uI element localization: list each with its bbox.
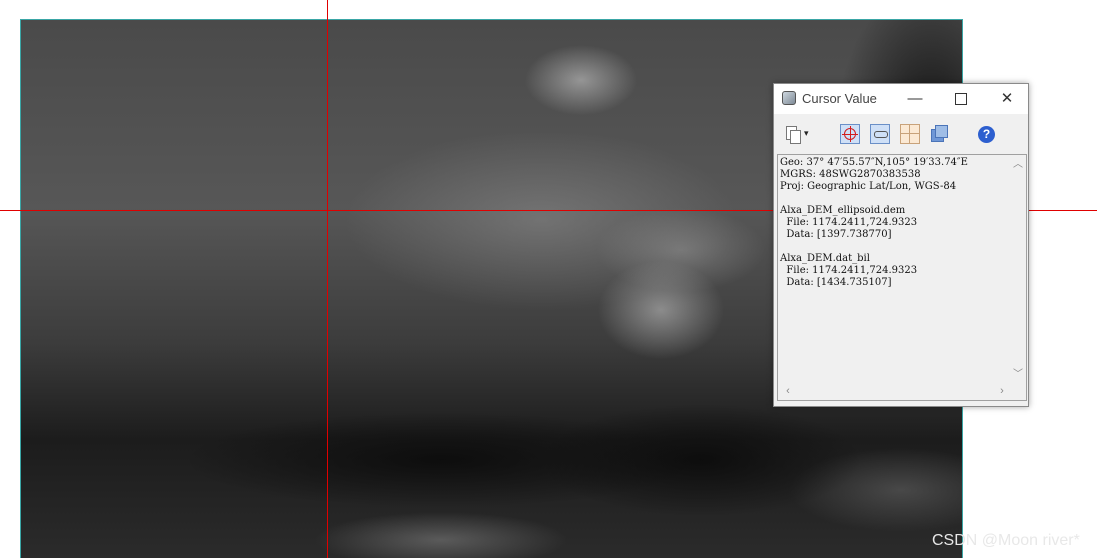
scroll-right-icon[interactable]: ›	[994, 383, 1010, 400]
help-icon[interactable]: ?	[978, 126, 995, 143]
app-icon	[782, 91, 796, 105]
cursor-info-line: Data: [1397.738770]	[780, 229, 892, 240]
cursor-value-text: Geo: 37° 47′55.57″N,105° 19′33.74″E MGRS:…	[780, 157, 1006, 289]
window-title: Cursor Value	[802, 91, 877, 106]
scroll-down-icon[interactable]: ﹀	[1010, 367, 1026, 383]
cursor-info-line: MGRS: 48SWG2870383538	[780, 169, 921, 180]
maximize-button[interactable]	[940, 84, 982, 114]
cursor-info-line: Alxa_DEM_ellipsoid.dem	[780, 205, 906, 216]
link-icon[interactable]	[870, 124, 890, 144]
watermark: CSDN @Moon river*	[932, 532, 1080, 549]
cursor-info-line	[780, 241, 1006, 253]
window-titlebar[interactable]: Cursor Value — ✕	[774, 84, 1028, 114]
cursor-info-line: Alxa_DEM.dat_bil	[780, 253, 870, 264]
vertical-scrollbar[interactable]: ︿ ﹀	[1010, 155, 1026, 383]
maximize-icon	[955, 93, 967, 106]
cursor-info-line: File: 1174.2411,724.9323	[780, 265, 918, 276]
scroll-up-icon[interactable]: ︿	[1010, 157, 1026, 173]
copy-dropdown-chevron-icon[interactable]: ▾	[804, 128, 814, 138]
stack-icon[interactable]	[930, 124, 950, 144]
horizontal-scrollbar[interactable]: ‹ ›	[778, 383, 1010, 400]
minimize-button[interactable]: —	[894, 84, 936, 114]
crosshair-icon[interactable]	[840, 124, 860, 144]
cursor-info-line: Proj: Geographic Lat/Lon, WGS-84	[780, 181, 957, 192]
cursor-info-line: Data: [1434.735107]	[780, 277, 892, 288]
cursor-value-text-pane[interactable]: Geo: 37° 47′55.57″N,105° 19′33.74″E MGRS:…	[777, 154, 1027, 401]
crosshair-vertical-line	[327, 0, 328, 558]
scroll-left-icon[interactable]: ‹	[780, 383, 796, 400]
grid-icon[interactable]	[900, 124, 920, 144]
copy-icon[interactable]	[784, 124, 804, 144]
cursor-info-line: Geo: 37° 47′55.57″N,105° 19′33.74″E	[780, 157, 968, 168]
toolbar: ▾ ?	[774, 114, 1028, 152]
close-button[interactable]: ✕	[986, 84, 1028, 114]
cursor-info-line: File: 1174.2411,724.9323	[780, 217, 918, 228]
cursor-info-line	[780, 193, 1006, 205]
cursor-value-window: Cursor Value — ✕ ▾ ? Geo: 37° 47′55.57″N…	[773, 83, 1029, 407]
scrollbar-corner	[1010, 383, 1026, 400]
